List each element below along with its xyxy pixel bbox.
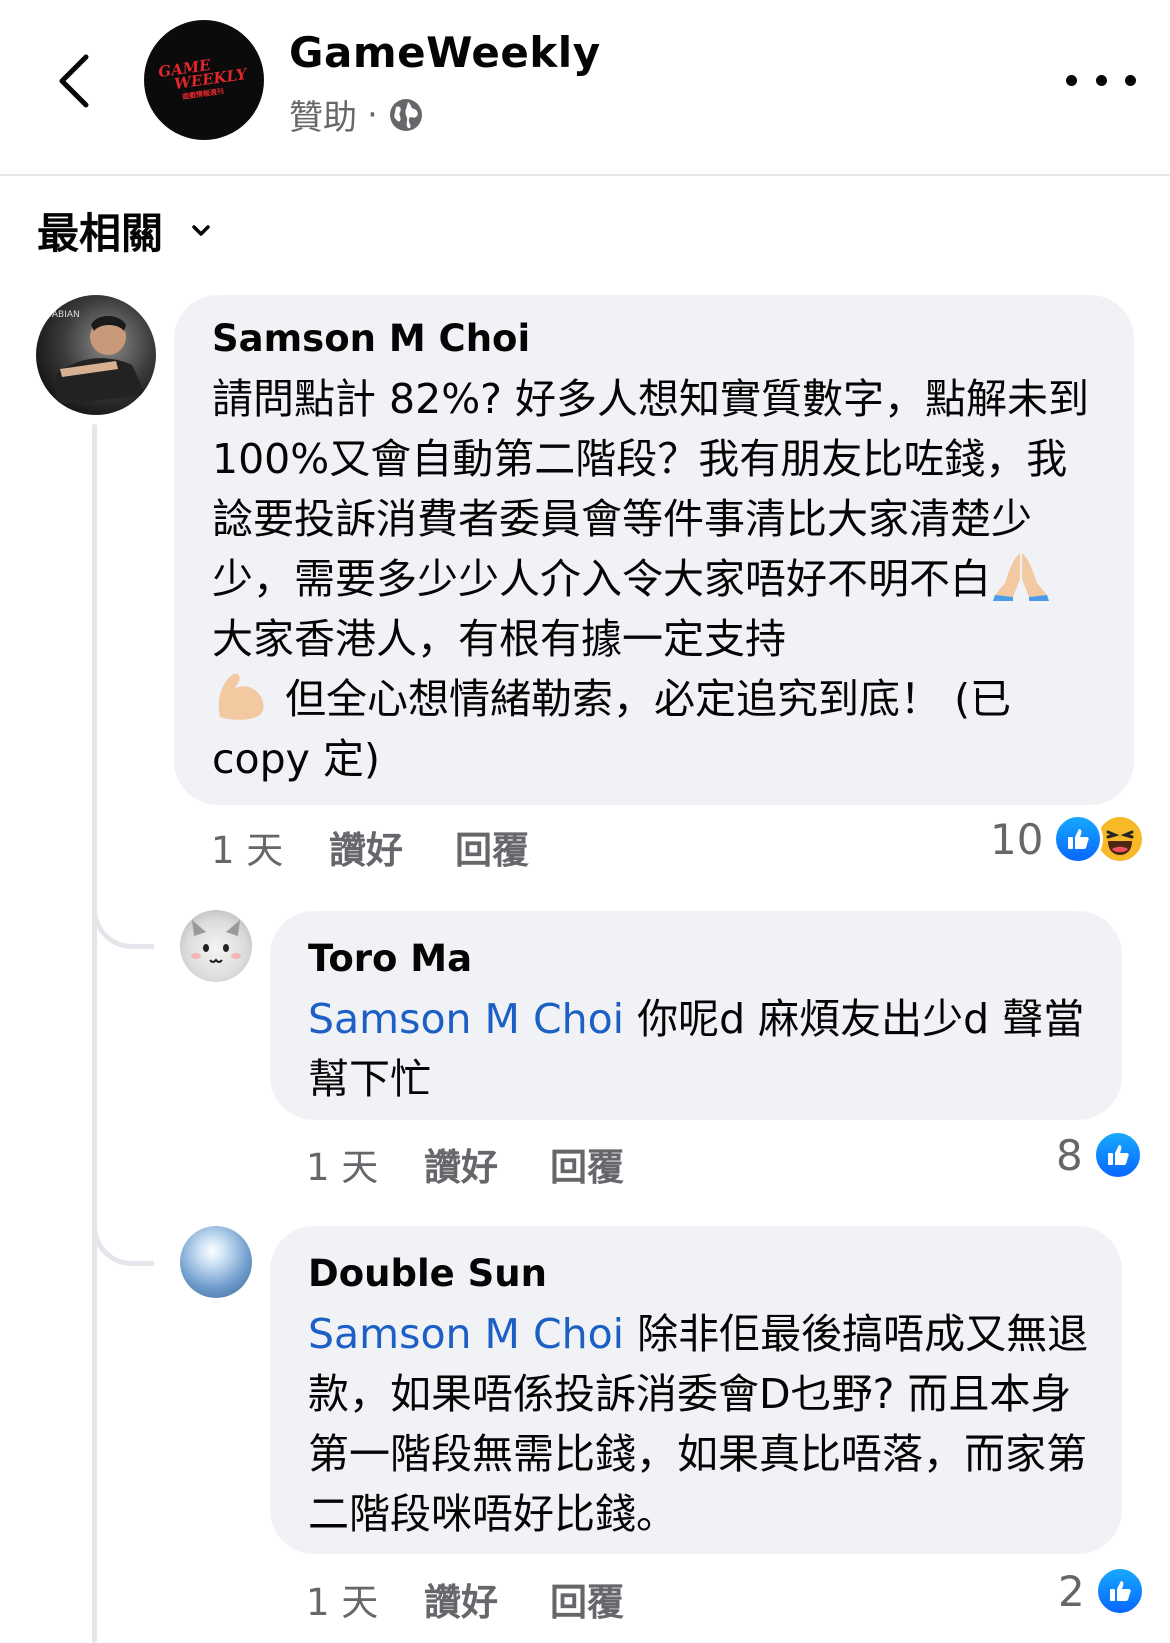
thumbs-up-icon [1094,1566,1145,1616]
thumbs-up-icon [1053,814,1104,864]
sponsored-text: 贊助 [289,98,357,138]
chevron-left-icon [59,54,89,108]
mention-link[interactable]: Samson M Choi [308,995,624,1043]
comment-time: 1 天 [306,1581,379,1624]
thumbs-up-icon [1092,1130,1143,1180]
page-name[interactable]: GameWeekly [289,28,601,77]
page-avatar[interactable]: GAME WEEKLY 遊戲情報週刊 [144,20,264,140]
sort-label: 最相關 [37,209,164,258]
like-button[interactable]: 讚好 [329,820,455,874]
reply-button[interactable]: 回覆 [550,1572,624,1626]
comment-sort-dropdown[interactable]: 最相關 [37,200,211,261]
reactions-summary[interactable]: 8 [1056,1130,1143,1180]
like-button[interactable]: 讚好 [424,1137,550,1191]
cartoon-face [191,920,241,963]
avatar-double-sun[interactable] [180,1226,252,1298]
avatar-samson[interactable]: SABIAN [36,295,156,415]
comment-meta: 1 天 讚好 回覆 [306,1137,624,1191]
gameweekly-logo: GAME WEEKLY 遊戲情報週刊 [157,55,249,102]
comment-bubble: Samson M Choi 請問點計 82%? 好多人想知實質數字，點解未到10… [174,295,1134,805]
comment-bubble: Double Sun Samson M Choi 除非佢最後搞唔成又無退款，如果… [270,1226,1122,1554]
folded-hands-emoji-icon [993,553,1049,601]
comment-time: 1 天 [306,1146,379,1189]
chevron-down-icon [192,224,210,236]
avatar-toro[interactable] [180,910,252,982]
flexed-biceps-emoji-icon [218,673,264,720]
comment-text: Samson M Choi 除非佢最後搞唔成又無退款，如果唔係投訴消委會D乜野?… [308,1304,1098,1544]
reply-button[interactable]: 回覆 [550,1137,624,1191]
reply-thread-line [92,424,97,1643]
dot [1066,74,1077,86]
mention-link[interactable]: Samson M Choi [308,1310,624,1358]
sponsored-label: 贊助 · [289,90,424,139]
post-header: GAME WEEKLY 遊戲情報週刊 GameWeekly 贊助 · [0,0,1170,176]
comment-bubble: Toro Ma Samson M Choi 你呢d 麻煩友出少d 聲當幫下忙 [270,911,1122,1120]
more-options-button[interactable] [1066,60,1136,100]
reply-button[interactable]: 回覆 [455,820,529,874]
comment-author[interactable]: Double Sun [308,1252,547,1295]
reaction-count: 2 [1058,1566,1085,1616]
svg-text:SABIAN: SABIAN [46,310,80,320]
dot [1125,74,1136,86]
comment-meta: 1 天 讚好 回覆 [306,1572,624,1626]
comment-text-part: 大家香港人，有根有據一定支持 [212,615,786,663]
like-button[interactable]: 讚好 [424,1572,550,1626]
reaction-count: 8 [1056,1130,1083,1180]
comment-text-part: 但全心想情緒勒索，必定追究到底！ (已copy 定) [212,675,1012,783]
reactions-summary[interactable]: 10 [990,814,1146,864]
comment-author[interactable]: Samson M Choi [212,317,530,360]
comment-meta: 1 天 讚好 回覆 [211,820,529,874]
reactions-summary[interactable]: 2 [1058,1566,1145,1616]
person-photo: SABIAN [46,310,146,405]
comment-time: 1 天 [211,829,284,872]
back-button[interactable] [44,46,104,116]
reply-connector [92,1222,154,1266]
comment-text: 請問點計 82%? 好多人想知實質數字，點解未到100%又會自動第二階段？我有朋… [212,369,1102,789]
dot [1095,74,1107,86]
globe-icon [389,98,422,131]
reaction-count: 10 [990,814,1044,864]
comment-text: Samson M Choi 你呢d 麻煩友出少d 聲當幫下忙 [308,989,1098,1109]
reply-connector [92,905,154,949]
comment-text-part: 請問點計 82%? 好多人想知實質數字，點解未到100%又會自動第二階段？我有朋… [212,375,1089,603]
comment-author[interactable]: Toro Ma [308,937,472,980]
separator-dot: · [367,94,378,135]
